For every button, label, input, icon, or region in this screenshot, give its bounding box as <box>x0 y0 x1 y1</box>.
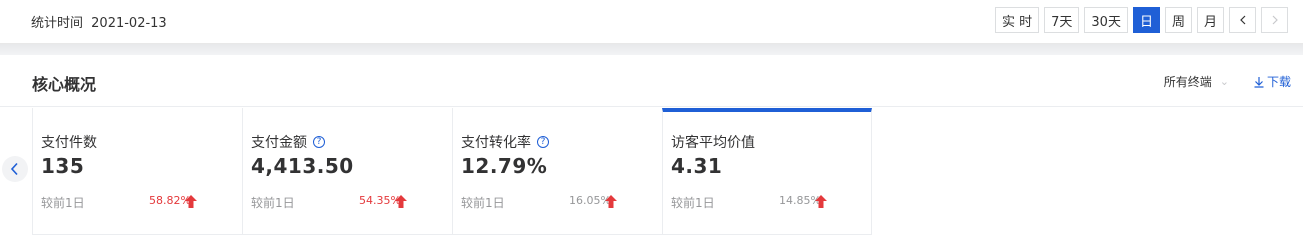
overview-header: 核心概况 所有终端 ⌄ 下载 <box>0 55 1303 107</box>
metric-card-conversion-rate[interactable]: 支付转化率 ? 12.79% 较前1日 16.05% <box>452 108 662 234</box>
range-month-button[interactable]: 月 <box>1196 7 1224 33</box>
metric-change: 58.82% <box>139 194 211 207</box>
prev-period-button[interactable] <box>1229 7 1256 33</box>
overview-title: 核心概况 <box>32 75 97 94</box>
metric-label: 支付金额 ? <box>251 132 325 152</box>
metric-compare-label: 较前1日 <box>251 196 295 210</box>
metric-compare-label: 较前1日 <box>41 196 85 210</box>
help-icon[interactable]: ? <box>537 136 549 148</box>
metric-label: 支付转化率 ? <box>461 132 549 152</box>
download-link[interactable]: 下载 <box>1253 73 1291 90</box>
metric-label-text: 支付转化率 <box>461 135 531 151</box>
metric-label-text: 访客平均价值 <box>671 135 755 151</box>
arrow-up-icon <box>395 195 407 208</box>
range-day-button[interactable]: 日 <box>1132 7 1160 33</box>
metric-label: 访客平均价值 <box>671 132 755 152</box>
metric-card-pay-count[interactable]: 支付件数 135 较前1日 58.82% <box>32 108 242 234</box>
download-label: 下载 <box>1266 75 1291 89</box>
range-7d-button[interactable]: 7天 <box>1044 7 1080 33</box>
help-icon[interactable]: ? <box>313 136 325 148</box>
chevron-left-icon <box>10 162 18 176</box>
metric-change: 16.05% <box>559 194 631 207</box>
metric-value: 4.31 <box>671 154 723 178</box>
terminal-select[interactable]: 所有终端 ⌄ <box>1164 73 1229 90</box>
chevron-down-icon: ⌄ <box>1219 75 1229 88</box>
arrow-up-icon <box>185 195 197 208</box>
range-realtime-button[interactable]: 实 时 <box>994 7 1040 33</box>
metric-compare-label: 较前1日 <box>461 196 505 210</box>
stat-time-date: 2021-02-13 <box>91 16 167 31</box>
metric-value: 4,413.50 <box>251 154 354 178</box>
chevron-right-icon <box>1272 15 1278 25</box>
metric-value: 12.79% <box>461 154 548 178</box>
metric-value: 135 <box>41 154 85 178</box>
metric-label-text: 支付件数 <box>41 135 97 151</box>
metric-card-pay-amount[interactable]: 支付金额 ? 4,413.50 较前1日 54.35% <box>242 108 452 234</box>
metric-change: 54.35% <box>349 194 421 207</box>
time-range-group: 实 时 7天 30天 日 周 月 <box>994 7 1288 33</box>
range-week-button[interactable]: 周 <box>1164 7 1192 33</box>
arrow-up-icon <box>605 195 617 208</box>
metric-label-text: 支付金额 <box>251 135 307 151</box>
chevron-left-icon <box>1239 15 1245 25</box>
stat-time: 统计时间 2021-02-13 <box>31 12 167 31</box>
top-bar: 统计时间 2021-02-13 实 时 7天 30天 日 周 月 <box>0 0 1303 44</box>
cards-prev-button[interactable] <box>2 156 28 182</box>
terminal-select-value: 所有终端 <box>1163 75 1212 89</box>
metric-change: 14.85% <box>769 194 841 207</box>
arrow-up-icon <box>815 195 827 208</box>
metric-card-visitor-value[interactable]: 访客平均价值 4.31 较前1日 14.85% <box>662 108 872 234</box>
download-icon <box>1254 76 1264 88</box>
metric-cards: 支付件数 135 较前1日 58.82% 支付金额 ? 4,413.50 较前1… <box>32 108 872 235</box>
metric-compare-label: 较前1日 <box>671 196 715 210</box>
section-divider <box>0 44 1303 55</box>
range-30d-button[interactable]: 30天 <box>1084 7 1128 33</box>
stat-time-label: 统计时间 <box>31 16 84 31</box>
next-period-button[interactable] <box>1261 7 1288 33</box>
metric-label: 支付件数 <box>41 132 97 152</box>
